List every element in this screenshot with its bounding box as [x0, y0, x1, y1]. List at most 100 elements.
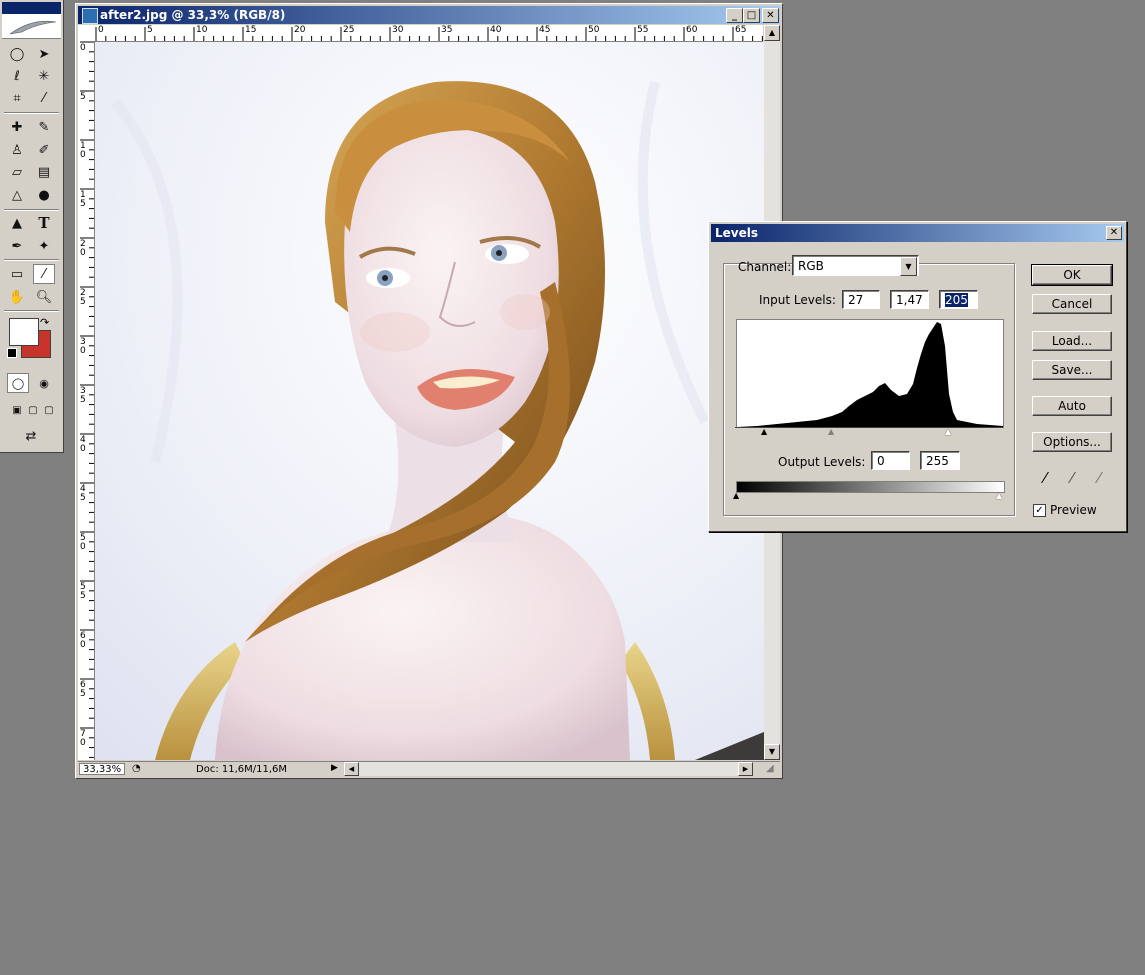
options-button[interactable]: Options...: [1032, 432, 1112, 452]
ruler-label: 30: [392, 25, 404, 35]
document-title-bar[interactable]: after2.jpg @ 33,3% (RGB/8) _ □ ✕: [78, 6, 780, 24]
output-black-field[interactable]: 0: [871, 451, 910, 470]
portrait-photo: [95, 42, 764, 760]
ruler-label: 6 5: [80, 680, 86, 699]
gradient-icon[interactable]: ▤: [33, 162, 55, 182]
input-gamma-slider-icon[interactable]: ▲: [828, 427, 834, 436]
document-title: after2.jpg @ 33,3% (RGB/8): [100, 8, 286, 22]
scroll-left-button[interactable]: ◀: [344, 762, 359, 776]
default-colors-icon[interactable]: [7, 348, 17, 358]
black-eyedropper-icon[interactable]: ⁄: [1034, 467, 1056, 489]
clone-stamp-icon[interactable]: ♙: [6, 140, 28, 160]
blur-icon[interactable]: △: [6, 185, 28, 205]
eraser-icon[interactable]: ▱: [6, 162, 28, 182]
ruler-label: 4 5: [80, 484, 86, 503]
zoom-icon[interactable]: 🔍︎: [33, 287, 55, 307]
toolbox-divider: [4, 310, 59, 312]
jump-to-imageready-icon[interactable]: ⇄: [9, 426, 53, 446]
scroll-down-button[interactable]: ▼: [764, 744, 780, 760]
history-brush-icon[interactable]: ✐: [33, 140, 55, 160]
input-black-field[interactable]: 27: [842, 290, 880, 309]
input-white-field[interactable]: 205: [939, 290, 978, 309]
channel-select[interactable]: RGB ▼: [792, 255, 919, 276]
status-icon[interactable]: ◔: [132, 763, 141, 774]
screen-mode-full-icon[interactable]: ▢: [38, 400, 60, 420]
lasso-icon[interactable]: ℓ: [6, 66, 28, 86]
status-menu-arrow-icon[interactable]: ▶: [331, 763, 338, 773]
output-black-slider-icon[interactable]: ▲: [733, 491, 739, 500]
quick-mask-icon[interactable]: ◉: [33, 373, 55, 393]
output-white-slider-icon[interactable]: ▲: [996, 491, 1002, 500]
horizontal-ruler[interactable]: 0 5 10 15 20 25 30 35 40 45 50 55 60 65: [95, 25, 763, 42]
close-button[interactable]: ✕: [762, 8, 779, 23]
output-white-field[interactable]: 255: [920, 451, 960, 470]
ruler-label: 15: [245, 25, 257, 35]
dodge-icon[interactable]: ●: [33, 185, 55, 205]
horizontal-scrollbar[interactable]: ◀ ▶: [344, 762, 753, 776]
standard-mode-icon[interactable]: ◯: [7, 373, 29, 393]
document-window: after2.jpg @ 33,3% (RGB/8) _ □ ✕ 0 5 10 15 2…: [75, 3, 783, 779]
auto-button[interactable]: Auto: [1032, 396, 1112, 416]
ok-button[interactable]: OK: [1031, 264, 1113, 286]
ruler-label: 45: [539, 25, 551, 35]
levels-title: Levels: [715, 226, 759, 240]
slice-icon[interactable]: ⁄: [33, 88, 55, 108]
foreground-color-swatch[interactable]: [9, 318, 39, 346]
gray-eyedropper-icon[interactable]: ⁄: [1061, 467, 1083, 489]
levels-title-bar[interactable]: Levels ✕: [711, 224, 1124, 242]
load-button[interactable]: Load...: [1032, 331, 1112, 351]
ruler-label: 5 5: [80, 582, 86, 601]
scroll-up-button[interactable]: ▲: [764, 25, 780, 41]
swap-colors-icon[interactable]: ↷: [40, 316, 49, 329]
input-slider-track: [735, 427, 1003, 428]
output-levels-label: Output Levels:: [778, 455, 866, 469]
magic-wand-icon[interactable]: ✳: [33, 66, 55, 86]
input-levels-label: Input Levels:: [759, 293, 836, 307]
histogram: [736, 319, 1004, 428]
input-white-slider-icon[interactable]: ▲: [945, 427, 951, 436]
resize-grip-icon[interactable]: ◢: [766, 763, 774, 774]
crop-icon[interactable]: ⌗: [6, 88, 28, 108]
eyedropper-icon[interactable]: ⁄: [33, 264, 55, 284]
type-icon[interactable]: T: [33, 213, 55, 233]
preview-checkbox[interactable]: ✓: [1033, 504, 1046, 517]
brush-icon[interactable]: ✎: [33, 117, 55, 137]
move-icon[interactable]: ➤: [33, 44, 55, 64]
ruler-label: 5: [80, 92, 86, 102]
ruler-label: 4 0: [80, 435, 86, 454]
notes-icon[interactable]: ▭: [6, 264, 28, 284]
minimize-button[interactable]: _: [726, 8, 743, 23]
toolbox-header[interactable]: [2, 2, 61, 39]
ruler-label: 55: [637, 25, 649, 35]
toolbox-divider: [4, 259, 59, 261]
white-eyedropper-icon[interactable]: ⁄: [1088, 467, 1110, 489]
ruler-label: 1 0: [80, 141, 86, 160]
maximize-button[interactable]: □: [743, 8, 760, 23]
document-file-icon: [82, 8, 98, 24]
vertical-ruler[interactable]: 0 5 1 0 1 5 2 0 2 5 3 0 3 5 4 0 4 5 5 0 5 5 6 0 6 5 7 …: [78, 41, 95, 760]
zoom-field[interactable]: 33,33%: [79, 763, 125, 775]
channel-value: RGB: [798, 259, 824, 273]
ruler-label: 0: [80, 43, 86, 53]
cancel-button[interactable]: Cancel: [1032, 294, 1112, 314]
ruler-label: 2 5: [80, 288, 86, 307]
levels-dialog: Levels ✕ Channel: RGB ▼ Input Levels: 27…: [708, 221, 1127, 532]
marquee-icon[interactable]: ◯: [6, 44, 28, 64]
chevron-down-icon[interactable]: ▼: [900, 257, 917, 276]
levels-close-button[interactable]: ✕: [1106, 226, 1122, 240]
ruler-label: 50: [588, 25, 600, 35]
ruler-label: 5: [147, 25, 153, 35]
save-button[interactable]: Save...: [1032, 360, 1112, 380]
input-black-slider-icon[interactable]: ▲: [761, 427, 767, 436]
ruler-origin[interactable]: [78, 25, 95, 42]
channel-label: Channel:: [738, 260, 792, 274]
custom-shape-icon[interactable]: ✦: [33, 236, 55, 256]
hand-icon[interactable]: ✋: [6, 287, 28, 307]
path-selection-icon[interactable]: ▲: [6, 213, 28, 233]
ruler-label: 25: [343, 25, 355, 35]
healing-brush-icon[interactable]: ✚: [6, 117, 28, 137]
pen-icon[interactable]: ✒: [6, 236, 28, 256]
scroll-right-button[interactable]: ▶: [738, 762, 753, 776]
input-gamma-field[interactable]: 1,47: [890, 290, 929, 309]
image-canvas[interactable]: [95, 42, 764, 760]
